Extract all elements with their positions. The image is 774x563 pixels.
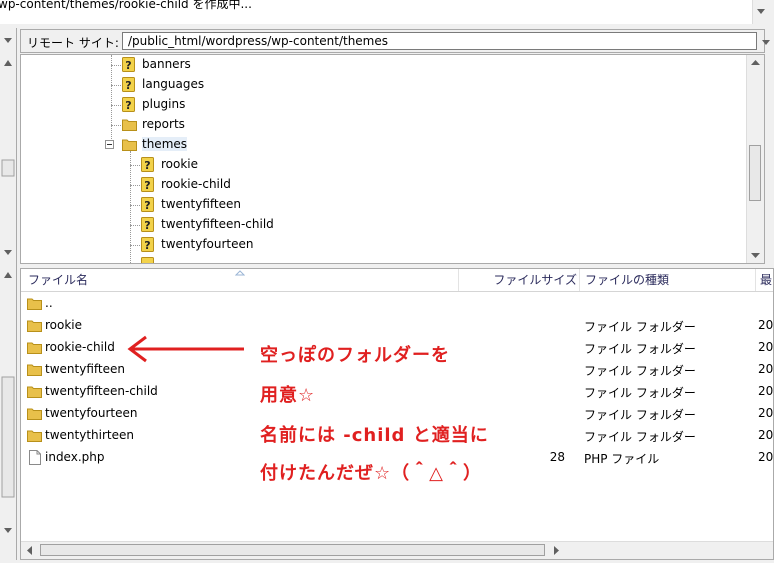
question-folder-icon: ?: [141, 177, 154, 192]
status-log-text: wp-content/themes/rookie-child を作成中...: [0, 0, 252, 11]
tree-scroll-thumb[interactable]: [749, 145, 761, 201]
file-row-parent[interactable]: ..: [21, 293, 773, 315]
remote-path-value: /public_html/wordpress/wp-content/themes: [128, 34, 389, 48]
scroll-right-icon[interactable]: [549, 544, 563, 557]
scroll-left-icon[interactable]: [23, 544, 37, 557]
folder-icon: [27, 430, 42, 442]
folder-icon: [27, 408, 42, 420]
svg-text:?: ?: [125, 79, 131, 92]
folder-icon: [27, 320, 42, 332]
status-log-scrollbar[interactable]: [752, 0, 769, 24]
question-folder-icon: ?: [141, 197, 154, 212]
remote-path-input[interactable]: /public_html/wordpress/wp-content/themes: [122, 32, 757, 50]
tree-scrollbar[interactable]: [746, 55, 764, 263]
svg-text:?: ?: [144, 219, 150, 232]
remote-directory-tree[interactable]: ? banners ? languages ? plugins reports …: [20, 54, 765, 264]
tree-item-themes[interactable]: themes: [105, 136, 225, 154]
svg-text:?: ?: [144, 179, 150, 192]
file-list-hscrollbar[interactable]: [21, 541, 773, 559]
question-folder-icon: ?: [122, 57, 135, 72]
column-header-filetype[interactable]: ファイルの種類: [579, 269, 760, 291]
file-list-hscroll-thumb[interactable]: [40, 544, 545, 556]
question-folder-icon: ?: [141, 217, 154, 232]
question-folder-icon: ?: [122, 97, 135, 112]
annotation-arrow-icon: [127, 335, 244, 363]
local-pane-scrollbar[interactable]: [0, 28, 16, 560]
folder-icon: [27, 386, 42, 398]
file-icon: [29, 450, 41, 465]
question-folder-icon: [141, 257, 154, 263]
column-header-filesize[interactable]: ファイルサイズ: [458, 269, 577, 291]
question-folder-icon: ?: [141, 157, 154, 172]
svg-text:?: ?: [144, 199, 150, 212]
sort-ascending-icon: [235, 270, 245, 276]
annotation-line-4: 付けたんだぜ☆（＾△＾）: [260, 463, 482, 484]
annotation-line-2: 用意☆: [260, 385, 316, 406]
remote-site-label: リモート サイト:: [27, 36, 119, 50]
question-folder-icon: ?: [141, 237, 154, 252]
question-folder-icon: ?: [122, 77, 135, 92]
scroll-up-icon[interactable]: [747, 55, 764, 71]
remote-file-list[interactable]: ファイル名 ファイルサイズ ファイルの種類 最 .. rookie ファイル フ…: [20, 268, 774, 560]
folder-icon: [122, 119, 137, 131]
folder-icon: [27, 298, 42, 310]
svg-text:?: ?: [144, 159, 150, 172]
folder-icon: [27, 364, 42, 376]
column-header-modified[interactable]: 最: [755, 269, 773, 291]
file-list-header: ファイル名 ファイルサイズ ファイルの種類 最: [21, 269, 773, 292]
annotation-line-3: 名前には -child と適当に: [260, 425, 489, 446]
scroll-down-icon[interactable]: [747, 247, 764, 263]
column-header-filename[interactable]: ファイル名: [28, 269, 458, 291]
collapse-icon[interactable]: [105, 140, 115, 150]
svg-text:?: ?: [125, 99, 131, 112]
scroll-down-icon[interactable]: [753, 0, 769, 24]
annotation-line-1: 空っぽのフォルダーを: [260, 345, 450, 366]
folder-icon: [27, 342, 42, 354]
folder-open-icon: [122, 139, 137, 151]
remote-site-bar: リモート サイト: /public_html/wordpress/wp-cont…: [20, 29, 765, 53]
local-pane-edge: [0, 28, 17, 560]
svg-text:?: ?: [125, 59, 131, 72]
remote-path-dropdown-icon[interactable]: [758, 32, 774, 52]
svg-text:?: ?: [144, 239, 150, 252]
file-row-twentyfifteen-child[interactable]: twentyfifteen-child ファイル フォルダー 20: [21, 381, 773, 403]
status-log: wp-content/themes/rookie-child を作成中...: [0, 0, 752, 24]
